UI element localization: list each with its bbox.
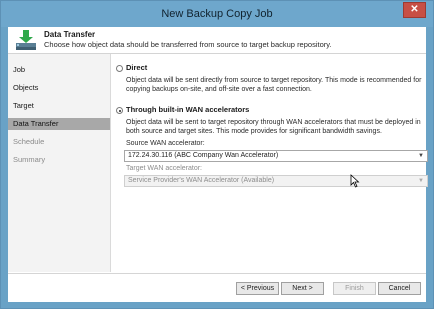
wan-description-line2: both source and target sites. This mode … <box>126 128 382 135</box>
wan-option-label[interactable]: Through built-in WAN accelerators <box>126 105 249 114</box>
nav-item-objects[interactable]: Objects <box>8 82 110 94</box>
window-title: New Backup Copy Job <box>161 8 273 20</box>
dialog-body: Data Transfer Choose how object data sho… <box>8 27 428 302</box>
nav-item-target[interactable]: Target <box>8 100 110 112</box>
target-wan-select: Service Provider's WAN Accelerator (Avai… <box>124 175 428 187</box>
cancel-button[interactable]: Cancel <box>378 282 421 295</box>
direct-radio[interactable] <box>116 65 123 72</box>
nav-item-data-transfer[interactable]: Data Transfer <box>8 118 110 130</box>
finish-button: Finish <box>333 282 376 295</box>
wizard-steps-nav: Job Objects Target Data Transfer Schedul… <box>8 54 111 272</box>
close-button[interactable]: ✕ <box>403 2 426 18</box>
wizard-header: Data Transfer Choose how object data sho… <box>8 27 426 54</box>
download-to-storage-icon <box>16 30 36 50</box>
nav-item-job[interactable]: Job <box>8 64 110 76</box>
target-wan-label: Target WAN accelerator: <box>126 165 202 172</box>
source-wan-label: Source WAN accelerator: <box>126 140 205 147</box>
source-wan-select[interactable]: 172.24.30.116 (ABC Company Wan Accelerat… <box>124 150 428 162</box>
close-icon: ✕ <box>410 4 419 15</box>
next-button[interactable]: Next > <box>281 282 324 295</box>
data-transfer-panel: Direct Object data will be sent directly… <box>112 54 428 272</box>
wizard-footer: < Previous Next > Finish Cancel <box>8 273 426 302</box>
mouse-cursor-icon <box>350 174 360 188</box>
source-wan-value: 172.24.30.116 (ABC Company Wan Accelerat… <box>128 152 279 159</box>
page-title: Data Transfer <box>44 30 96 39</box>
previous-button[interactable]: < Previous <box>236 282 279 295</box>
wan-radio[interactable] <box>116 107 123 114</box>
title-bar[interactable]: New Backup Copy Job ✕ <box>1 1 433 27</box>
dialog-window: New Backup Copy Job ✕ Data Transfer Choo… <box>0 0 434 309</box>
chevron-down-icon: ▼ <box>418 178 424 184</box>
chevron-down-icon: ▼ <box>418 153 424 159</box>
target-wan-value: Service Provider's WAN Accelerator (Avai… <box>128 177 275 184</box>
page-subtitle: Choose how object data should be transfe… <box>44 40 332 49</box>
nav-item-schedule: Schedule <box>13 137 45 146</box>
direct-description-line2: copying backups on-site, and off-site ov… <box>126 86 312 93</box>
direct-option-label[interactable]: Direct <box>126 63 147 72</box>
nav-item-summary: Summary <box>13 155 46 164</box>
